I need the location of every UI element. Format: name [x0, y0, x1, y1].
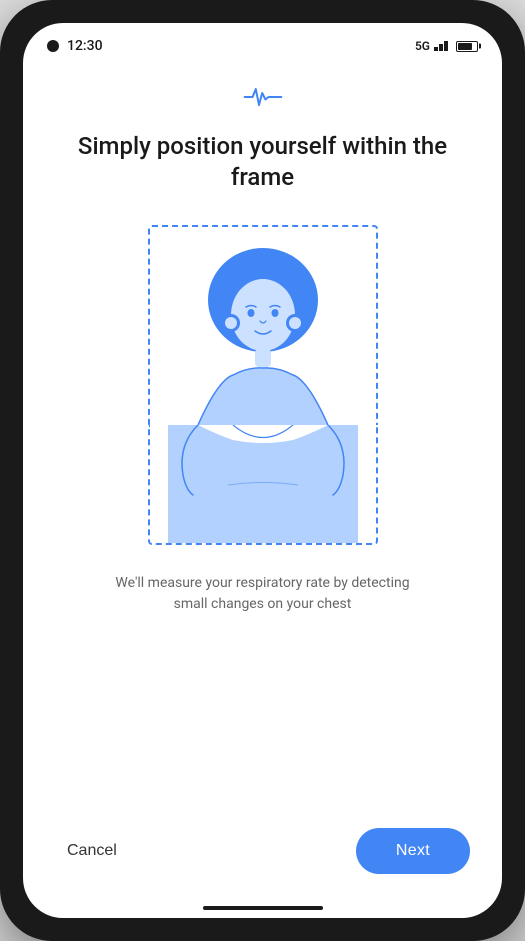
- cancel-button[interactable]: Cancel: [55, 834, 129, 868]
- person-upper-illustration: [168, 225, 358, 425]
- frame-top: [148, 225, 378, 425]
- signal-icon: [434, 39, 452, 53]
- heartbeat-icon: [243, 83, 283, 111]
- battery-fill: [458, 43, 472, 50]
- status-left: 12:30: [47, 38, 103, 54]
- illustration-container: [55, 225, 470, 545]
- phone-screen: 12:30 5G: [23, 23, 502, 918]
- bottom-bar: Cancel Next: [23, 808, 502, 906]
- home-indicator: [23, 906, 502, 918]
- front-camera: [47, 40, 59, 52]
- main-content: Simply position yourself within the fram…: [23, 63, 502, 808]
- page-title: Simply position yourself within the fram…: [55, 131, 470, 193]
- phone-frame: 12:30 5G: [0, 0, 525, 941]
- frame-bottom: [148, 425, 378, 545]
- description-text: We'll measure your respiratory rate by d…: [103, 573, 423, 615]
- battery-icon: [456, 41, 478, 52]
- next-button[interactable]: Next: [356, 828, 470, 874]
- home-bar: [203, 906, 323, 910]
- status-bar: 12:30 5G: [23, 23, 502, 63]
- person-lower-illustration: [168, 425, 358, 545]
- logo-icon: [243, 83, 283, 115]
- time-display: 12:30: [67, 38, 103, 54]
- network-indicator: 5G: [415, 39, 430, 53]
- status-right: 5G: [415, 39, 478, 53]
